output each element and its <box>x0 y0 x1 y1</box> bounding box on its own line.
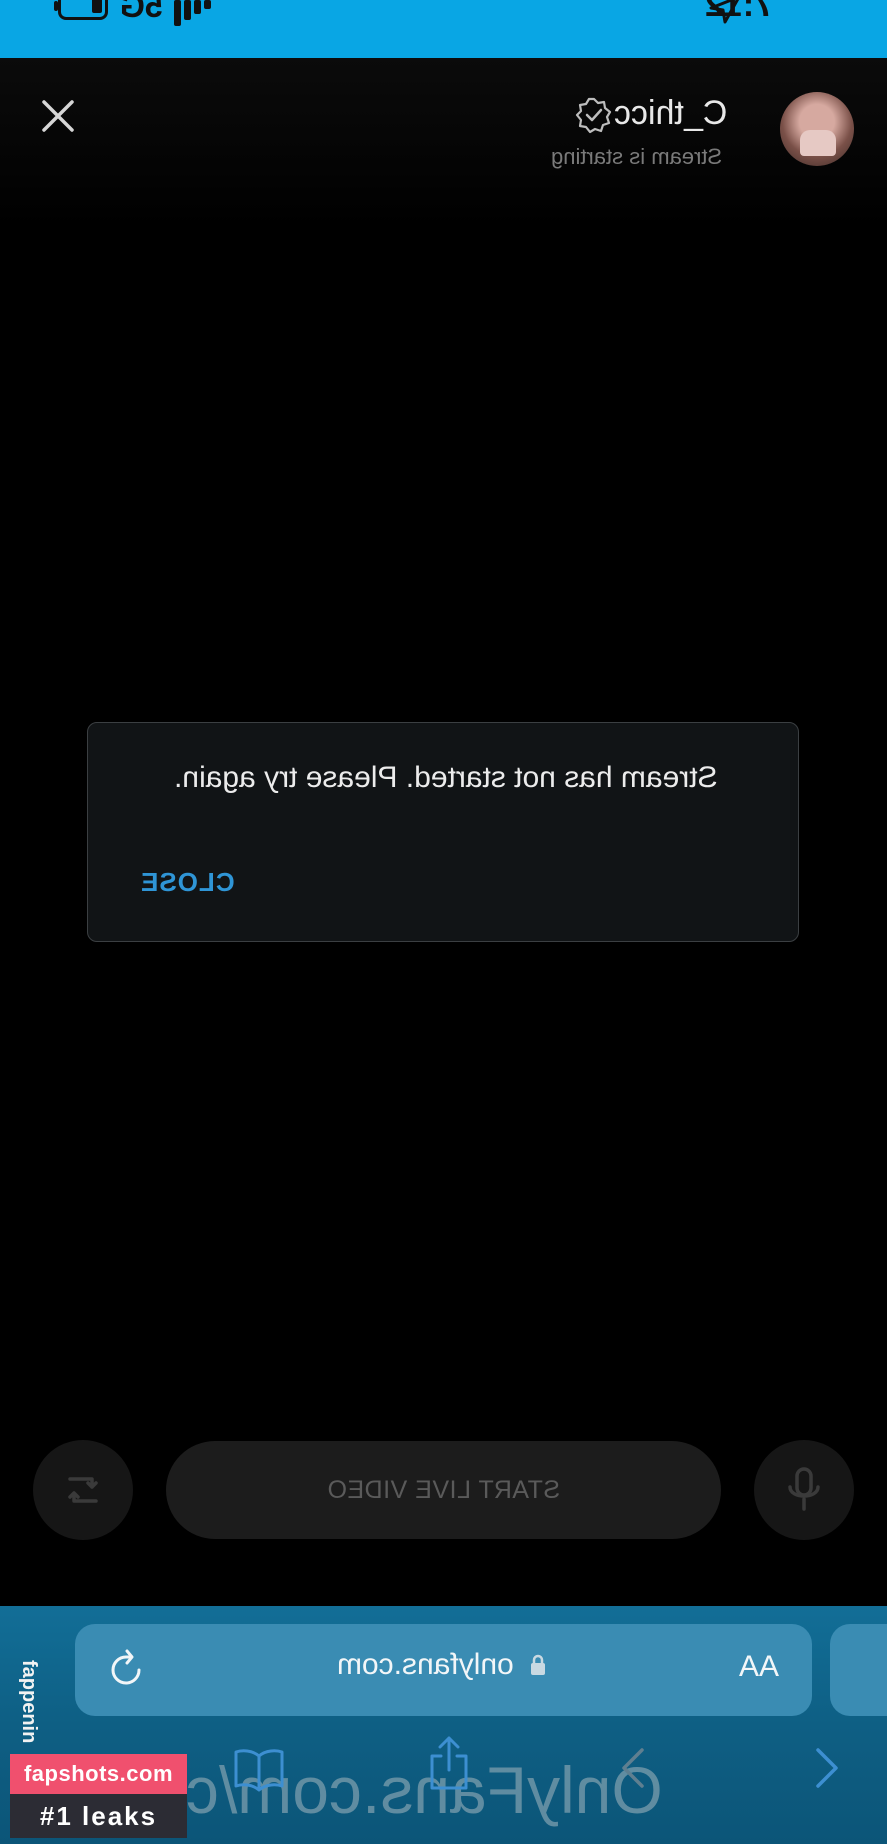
battery-icon <box>54 0 108 20</box>
start-live-video-button[interactable]: START LIVE VIDEO <box>166 1441 721 1539</box>
text-size-button[interactable]: AA <box>739 1650 779 1684</box>
status-bar: 7:12 5G <box>0 0 887 58</box>
camera-flip-button[interactable] <box>33 1440 133 1540</box>
next-tab-address-bar[interactable] <box>830 1624 887 1716</box>
forward-icon[interactable] <box>812 1746 842 1790</box>
camera-flip-icon <box>68 1477 98 1503</box>
address-bar[interactable]: onlyfans.com AA <box>75 1624 812 1716</box>
error-dialog: Stream has not started. Please try again… <box>87 722 799 942</box>
dialog-close-button[interactable]: CLOSE <box>140 867 235 898</box>
microphone-icon <box>788 1467 820 1511</box>
back-icon[interactable] <box>618 1746 648 1790</box>
start-live-video-label: START LIVE VIDEO <box>326 1475 561 1504</box>
network-type: 5G <box>120 0 163 24</box>
dialog-message: Stream has not started. Please try again… <box>174 761 718 794</box>
watermark-badge-site: fapshots.com <box>10 1754 187 1794</box>
live-stream-screen: C_thicc Stream is starting Stream has no… <box>0 58 887 1606</box>
book-icon[interactable] <box>232 1746 286 1792</box>
share-icon[interactable] <box>426 1734 472 1792</box>
stream-status: Stream is starting <box>551 144 723 169</box>
url-text: onlyfans.com <box>337 1648 514 1681</box>
watermark-badge: fapshots.com #1 leaks <box>10 1754 187 1838</box>
avatar[interactable] <box>780 92 854 166</box>
verified-badge-icon <box>575 97 612 134</box>
close-icon[interactable] <box>38 96 78 136</box>
watermark-badge-tagline: #1 leaks <box>10 1794 187 1838</box>
microphone-button[interactable] <box>754 1440 854 1540</box>
location-arrow-icon <box>709 0 740 24</box>
lock-icon <box>531 1654 545 1675</box>
reload-icon[interactable] <box>105 1648 147 1690</box>
stream-username: C_thicc <box>614 94 728 132</box>
